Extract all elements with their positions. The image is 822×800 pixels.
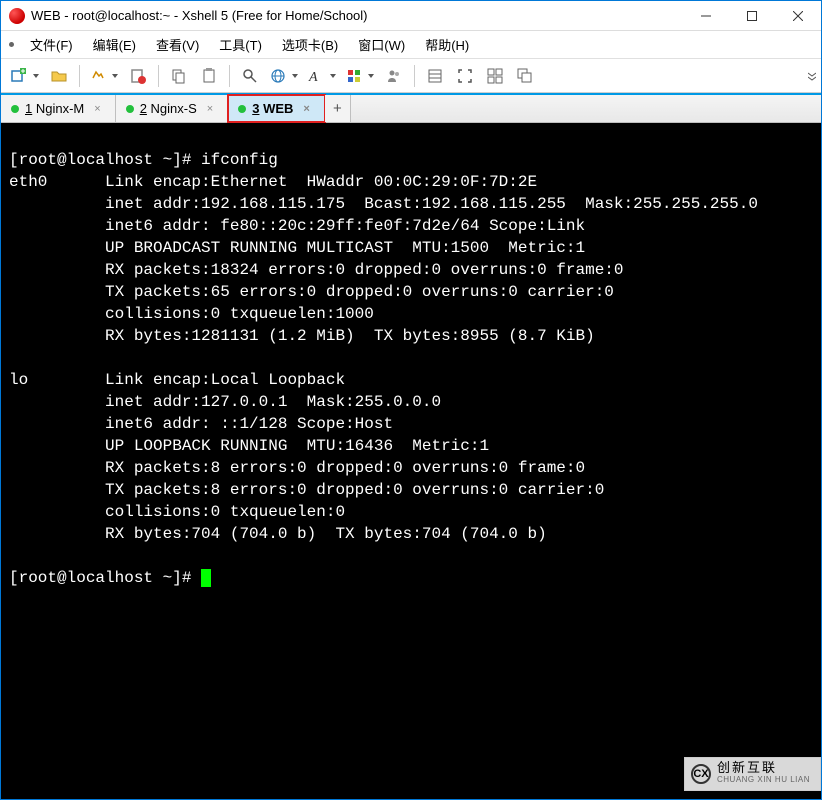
terminal-line: inet addr:192.168.115.175 Bcast:192.168.… (9, 195, 758, 213)
tab-close-icon[interactable]: × (94, 103, 100, 115)
watermark-cn: 创新互联 (717, 762, 810, 774)
terminal-line: RX bytes:1281131 (1.2 MiB) TX bytes:8955… (9, 327, 595, 345)
terminal[interactable]: [root@localhost ~]# ifconfig eth0 Link e… (1, 123, 821, 799)
tab-nginx-m[interactable]: 1 Nginx-M × (1, 95, 116, 122)
users-button[interactable] (380, 63, 408, 89)
window-title: WEB - root@localhost:~ - Xshell 5 (Free … (31, 8, 683, 23)
tile-button[interactable] (481, 63, 509, 89)
menu-tools[interactable]: 工具(T) (211, 33, 270, 56)
titlebar: WEB - root@localhost:~ - Xshell 5 (Free … (1, 1, 821, 31)
watermark-logo-icon: CX (691, 764, 711, 784)
font-button[interactable]: A (304, 63, 340, 89)
toolbar-separator (79, 65, 80, 87)
tab-close-icon[interactable]: × (303, 103, 309, 115)
cursor-icon (201, 569, 211, 587)
terminal-line: collisions:0 txqueuelen:0 (9, 503, 345, 521)
status-dot-icon (238, 105, 246, 113)
toolbar-separator (158, 65, 159, 87)
menu-indicator-icon (9, 42, 14, 47)
properties-button[interactable] (421, 63, 449, 89)
tab-accelerator: 2 (140, 101, 147, 116)
terminal-line: UP BROADCAST RUNNING MULTICAST MTU:1500 … (9, 239, 585, 257)
terminal-line: lo Link encap:Local Loopback (9, 371, 345, 389)
color-button[interactable] (342, 63, 378, 89)
watermark: CX 创新互联 CHUANG XIN HU LIAN (684, 757, 821, 791)
app-icon (9, 8, 25, 24)
menu-window[interactable]: 窗口(W) (350, 33, 413, 56)
plus-icon: + (333, 100, 342, 117)
new-tab-button[interactable]: + (325, 95, 351, 122)
svg-text:A: A (308, 70, 318, 84)
terminal-line: inet addr:127.0.0.1 Mask:255.0.0.0 (9, 393, 441, 411)
fullscreen-button[interactable] (451, 63, 479, 89)
terminal-line: collisions:0 txqueuelen:1000 (9, 305, 374, 323)
terminal-prompt: [root@localhost ~]# (9, 569, 201, 587)
terminal-line: RX packets:18324 errors:0 dropped:0 over… (9, 261, 624, 279)
status-dot-icon (11, 105, 19, 113)
terminal-line: TX packets:65 errors:0 dropped:0 overrun… (9, 283, 614, 301)
reconnect-button[interactable] (86, 63, 122, 89)
maximize-button[interactable] (729, 1, 775, 31)
watermark-en: CHUANG XIN HU LIAN (717, 774, 810, 786)
tab-label: Nginx-M (32, 101, 84, 116)
tab-close-icon[interactable]: × (207, 103, 213, 115)
menu-edit[interactable]: 编辑(E) (85, 33, 144, 56)
copy-button[interactable] (165, 63, 193, 89)
tab-label: WEB (259, 101, 293, 116)
new-session-button[interactable] (7, 63, 43, 89)
open-button[interactable] (45, 63, 73, 89)
find-button[interactable] (236, 63, 264, 89)
status-dot-icon (126, 105, 134, 113)
toolbar: A (1, 59, 821, 93)
toolbar-overflow-button[interactable] (805, 63, 819, 89)
tab-nginx-s[interactable]: 2 Nginx-S × (116, 95, 229, 122)
menu-help[interactable]: 帮助(H) (417, 33, 477, 56)
terminal-line: RX bytes:704 (704.0 b) TX bytes:704 (704… (9, 525, 547, 543)
disconnect-button[interactable] (124, 63, 152, 89)
cascade-button[interactable] (511, 63, 539, 89)
tabbar: 1 Nginx-M × 2 Nginx-S × 3 WEB × + (1, 93, 821, 123)
terminal-line: eth0 Link encap:Ethernet HWaddr 00:0C:29… (9, 173, 537, 191)
terminal-line: inet6 addr: ::1/128 Scope:Host (9, 415, 393, 433)
toolbar-separator (414, 65, 415, 87)
terminal-line: UP LOOPBACK RUNNING MTU:16436 Metric:1 (9, 437, 489, 455)
minimize-button[interactable] (683, 1, 729, 31)
terminal-line: RX packets:8 errors:0 dropped:0 overruns… (9, 459, 585, 477)
terminal-line: TX packets:8 errors:0 dropped:0 overruns… (9, 481, 604, 499)
menubar: 文件(F) 编辑(E) 查看(V) 工具(T) 选项卡(B) 窗口(W) 帮助(… (1, 31, 821, 59)
close-button[interactable] (775, 1, 821, 31)
menu-tabs[interactable]: 选项卡(B) (274, 33, 346, 56)
tab-web[interactable]: 3 WEB × (228, 95, 325, 122)
toolbar-separator (229, 65, 230, 87)
menu-file[interactable]: 文件(F) (22, 33, 81, 56)
terminal-line: inet6 addr: fe80::20c:29ff:fe0f:7d2e/64 … (9, 217, 585, 235)
tab-label: Nginx-S (147, 101, 197, 116)
globe-button[interactable] (266, 63, 302, 89)
terminal-line: [root@localhost ~]# ifconfig (9, 151, 278, 169)
paste-button[interactable] (195, 63, 223, 89)
menu-view[interactable]: 查看(V) (148, 33, 207, 56)
